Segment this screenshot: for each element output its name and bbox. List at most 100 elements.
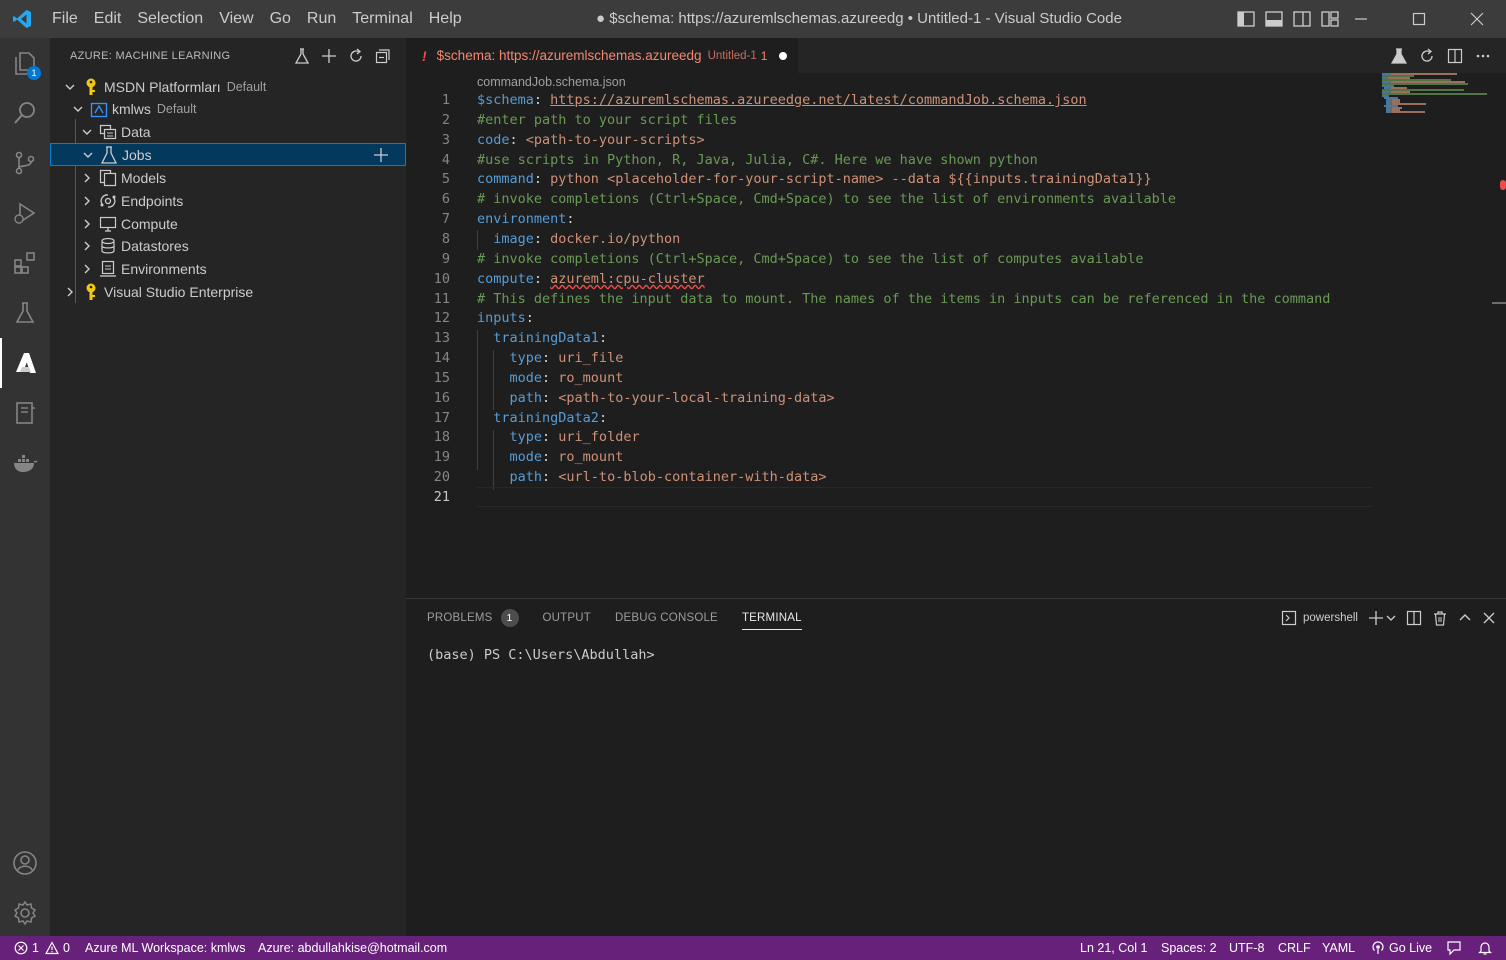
encoding-status[interactable]: UTF-8 [1229, 936, 1264, 960]
code-line[interactable]: 10 compute: azureml:cpu-cluster [406, 269, 1506, 289]
tree-item-datastores[interactable]: Datastores [50, 234, 406, 257]
code-token[interactable]: https://azuremlschemas.azureedge.net/lat… [550, 92, 1086, 108]
code-line[interactable]: 2 #enter path to your script files [406, 110, 1506, 130]
chevron-down-icon[interactable] [70, 101, 86, 117]
chevron-right-icon[interactable] [79, 193, 95, 209]
notifications-bell-icon[interactable] [1477, 936, 1493, 960]
tree-item-msdn-subscription[interactable]: MSDN Platformları Default [50, 75, 406, 98]
menu-view[interactable]: View [211, 0, 261, 38]
code-line[interactable]: 7 environment: [406, 209, 1506, 229]
explorer-icon[interactable]: 1 [0, 38, 50, 88]
chevron-right-icon[interactable] [79, 261, 95, 277]
menu-file[interactable]: File [44, 0, 86, 38]
close-panel-icon[interactable] [1482, 611, 1496, 625]
maximize-icon[interactable] [1390, 0, 1448, 38]
terminal-output[interactable]: (base) PS C:\Users\Abdullah> [427, 647, 655, 663]
code-line[interactable]: 16 path: <path-to-your-local-training-da… [406, 388, 1506, 408]
settings-gear-icon[interactable] [0, 888, 50, 938]
tab-problems[interactable]: PROBLEMS 1 [427, 599, 519, 637]
tree-item-endpoints[interactable]: Endpoints [50, 189, 406, 212]
tree-item-environments[interactable]: Environments [50, 257, 406, 280]
code-line[interactable]: 1 $schema: https://azuremlschemas.azureed… [406, 90, 1506, 110]
testing-flask-icon[interactable] [0, 288, 50, 338]
maximize-panel-icon[interactable] [1458, 611, 1472, 625]
code-line[interactable]: 11 # This defines the input data to mount… [406, 289, 1506, 309]
tree-item-data[interactable]: Data [50, 120, 406, 143]
code-line[interactable]: 17 trainingData2: [406, 408, 1506, 428]
code-line[interactable]: 20 path: <url-to-blob-container-with-dat… [406, 467, 1506, 487]
tree-item-models[interactable]: Models [50, 166, 406, 189]
tab-output[interactable]: OUTPUT [543, 599, 591, 637]
refresh-icon[interactable] [1418, 47, 1436, 65]
code-line[interactable]: 14 type: uri_file [406, 348, 1506, 368]
chevron-down-icon[interactable] [80, 147, 96, 163]
unsaved-dot-icon[interactable] [779, 51, 788, 60]
chevron-down-icon[interactable] [1386, 613, 1396, 623]
go-live-status[interactable]: Go Live [1371, 936, 1432, 960]
azure-account-status[interactable]: Azure: abdullahkise@hotmail.com [258, 936, 447, 960]
split-editor-icon[interactable] [1446, 47, 1464, 65]
search-icon[interactable] [0, 88, 50, 138]
schema-codelens[interactable]: commandJob.schema.json [477, 75, 626, 89]
code-line[interactable]: 19 mode: ro_mount [406, 447, 1506, 467]
close-icon[interactable] [1448, 0, 1506, 38]
notebook-icon[interactable] [0, 388, 50, 438]
toggle-secondary-sidebar-icon[interactable] [1292, 9, 1312, 29]
editor-tab-untitled-1[interactable]: ! $schema: https://azuremlschemas.azuree… [406, 38, 798, 73]
create-job-flask-icon[interactable] [293, 47, 311, 65]
menu-terminal[interactable]: Terminal [344, 0, 420, 38]
language-mode-status[interactable]: YAML [1322, 936, 1355, 960]
terminal-shell-selector[interactable]: powershell [1281, 610, 1358, 626]
code-line[interactable]: 21 [406, 487, 1506, 507]
menu-run[interactable]: Run [299, 0, 344, 38]
tree-item-compute[interactable]: Compute [50, 212, 406, 235]
problems-status[interactable]: 1 0 [14, 936, 70, 960]
menu-edit[interactable]: Edit [86, 0, 130, 38]
menu-help[interactable]: Help [421, 0, 470, 38]
menu-selection[interactable]: Selection [129, 0, 211, 38]
add-icon[interactable] [320, 47, 338, 65]
code-line[interactable]: 9 # invoke completions (Ctrl+Space, Cmd+S… [406, 249, 1506, 269]
tab-terminal[interactable]: TERMINAL [741, 599, 802, 637]
account-icon[interactable] [0, 838, 50, 888]
chevron-right-icon[interactable] [79, 170, 95, 186]
docker-icon[interactable] [0, 438, 50, 488]
toggle-panel-icon[interactable] [1264, 9, 1284, 29]
toggle-sidebar-icon[interactable] [1236, 9, 1256, 29]
azure-icon[interactable] [0, 338, 50, 388]
code-line[interactable]: 13 trainingData1: [406, 328, 1506, 348]
code-line[interactable]: 18 type: uri_folder [406, 427, 1506, 447]
code-line[interactable]: 15 mode: ro_mount [406, 368, 1506, 388]
chevron-right-icon[interactable] [79, 216, 95, 232]
more-actions-icon[interactable] [1474, 47, 1492, 65]
azureml-workspace-status[interactable]: Azure ML Workspace: kmlws [85, 936, 245, 960]
split-terminal-icon[interactable] [1406, 610, 1422, 626]
menu-go[interactable]: Go [262, 0, 299, 38]
code-line[interactable]: 6 # invoke completions (Ctrl+Space, Cmd+S… [406, 189, 1506, 209]
code-line[interactable]: 4 #use scripts in Python, R, Java, Julia,… [406, 150, 1506, 170]
chevron-right-icon[interactable] [79, 238, 95, 254]
indentation-status[interactable]: Spaces: 2 [1161, 936, 1217, 960]
code-line[interactable]: 5 command: python <placeholder-for-your-s… [406, 169, 1506, 189]
run-debug-icon[interactable] [0, 188, 50, 238]
cursor-position-status[interactable]: Ln 21, Col 1 [1080, 936, 1147, 960]
run-job-flask-icon[interactable] [1390, 47, 1408, 65]
trash-icon[interactable] [1432, 610, 1448, 626]
source-control-icon[interactable] [0, 138, 50, 188]
new-terminal-icon[interactable] [1368, 610, 1384, 626]
tab-debug-console[interactable]: DEBUG CONSOLE [615, 599, 718, 637]
code-line[interactable]: 8 image: docker.io/python [406, 229, 1506, 249]
chevron-right-icon[interactable] [62, 284, 78, 300]
refresh-icon[interactable] [347, 47, 365, 65]
minimize-icon[interactable] [1332, 0, 1390, 38]
extensions-icon[interactable] [0, 238, 50, 288]
chevron-down-icon[interactable] [79, 124, 95, 140]
tree-item-visual-studio-enterprise[interactable]: Visual Studio Enterprise [50, 280, 406, 303]
create-job-plus-icon[interactable] [371, 145, 391, 165]
code-line[interactable]: 3 code: <path-to-your-scripts> [406, 130, 1506, 150]
code-line[interactable]: 12 inputs: [406, 308, 1506, 328]
minimap[interactable] [1382, 73, 1492, 119]
chevron-down-icon[interactable] [62, 79, 78, 95]
collapse-all-icon[interactable] [374, 47, 392, 65]
feedback-icon[interactable] [1446, 936, 1462, 960]
